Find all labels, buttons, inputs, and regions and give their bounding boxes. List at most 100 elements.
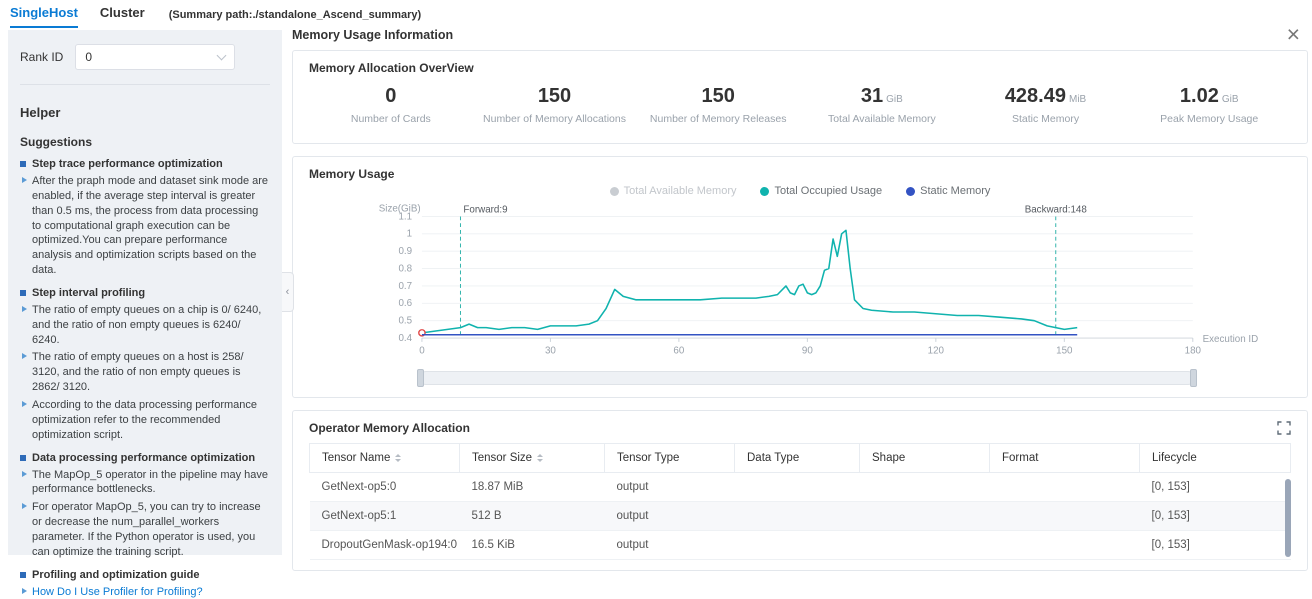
svg-text:180: 180 xyxy=(1185,346,1202,357)
stat-label: Number of Memory Allocations xyxy=(473,113,637,125)
stat-label: Total Available Memory xyxy=(800,113,964,125)
tab-singlehost[interactable]: SingleHost xyxy=(10,2,78,28)
legend-dot-icon xyxy=(906,187,915,196)
table-header-row: Tensor NameTensor SizeTensor TypeData Ty… xyxy=(310,444,1291,473)
chart-zoom-slider[interactable] xyxy=(419,371,1195,385)
table-cell: output xyxy=(605,473,735,502)
table-cell xyxy=(860,502,990,531)
table-wrap: Tensor NameTensor SizeTensor TypeData Ty… xyxy=(309,443,1291,560)
suggestion-section-title: Step trace performance optimization xyxy=(20,158,270,170)
bullet-icon xyxy=(20,290,26,296)
table-cell xyxy=(990,502,1140,531)
stat-label: Static Memory xyxy=(964,113,1128,125)
stat-label: Number of Cards xyxy=(309,113,473,125)
rank-id-label: Rank ID xyxy=(20,50,63,64)
legend-item[interactable]: Total Available Memory xyxy=(610,185,737,197)
triangle-icon xyxy=(22,588,27,594)
table-cell: output xyxy=(605,502,735,531)
tab-cluster[interactable]: Cluster xyxy=(100,2,145,28)
main-panel: Memory Usage Information × Memory Alloca… xyxy=(292,26,1308,561)
triangle-icon xyxy=(22,471,27,477)
top-tab-bar: SingleHost Cluster (Summary path:./stand… xyxy=(0,0,1312,28)
close-icon[interactable]: × xyxy=(1287,23,1300,46)
sidebar-collapse-handle[interactable]: ‹ xyxy=(282,272,294,312)
suggestion-section-title: Step interval profiling xyxy=(20,287,270,299)
legend-item[interactable]: Static Memory xyxy=(906,185,990,197)
svg-text:0.4: 0.4 xyxy=(398,333,412,344)
profiler-guide-link[interactable]: How Do I Use Profiler for Profiling? xyxy=(32,585,203,599)
divider xyxy=(20,84,270,85)
column-header[interactable]: Tensor Name xyxy=(310,444,460,473)
table-scrollbar[interactable] xyxy=(1285,479,1291,557)
expand-icon[interactable] xyxy=(1277,421,1291,435)
triangle-icon xyxy=(22,401,27,407)
main-header: Memory Usage Information × xyxy=(292,26,1308,50)
triangle-icon xyxy=(22,177,27,183)
zoom-handle-right-icon[interactable] xyxy=(1190,369,1197,387)
table-row[interactable]: GetNext-op5:018.87 MiBoutput[0, 153] xyxy=(310,473,1291,502)
bullet-icon xyxy=(20,161,26,167)
triangle-icon xyxy=(22,353,27,359)
suggestion-section: Step interval profilingThe ratio of empt… xyxy=(20,287,270,443)
suggestion-item: According to the data processing perform… xyxy=(22,398,270,443)
suggestion-section: Data processing performance optimization… xyxy=(20,452,270,560)
chevron-down-icon xyxy=(217,50,227,60)
bullet-icon xyxy=(20,455,26,461)
overview-stat: 0 Number of Cards xyxy=(309,85,473,125)
overview-stat: 150Number of Memory Releases xyxy=(636,85,800,125)
sort-icon[interactable] xyxy=(395,454,401,462)
rank-id-select[interactable]: 0 xyxy=(75,44,235,70)
table-row[interactable]: GetNext-op5:1512 Boutput[0, 153] xyxy=(310,502,1291,531)
table-row[interactable]: DropoutGenMask-op194:016.5 KiBoutput[0, … xyxy=(310,531,1291,560)
memory-usage-card-title: Memory Usage xyxy=(309,167,1291,181)
table-cell: 18.87 MiB xyxy=(460,473,605,502)
stat-value: 0 xyxy=(309,85,473,108)
table-cell: 512 B xyxy=(460,502,605,531)
svg-text:0.9: 0.9 xyxy=(398,246,412,257)
column-header[interactable]: Tensor Size xyxy=(460,444,605,473)
suggestion-sections: Step trace performance optimization After… xyxy=(20,158,270,599)
table-cell: [0, 153] xyxy=(1140,502,1291,531)
triangle-icon xyxy=(22,503,27,509)
operator-table-title-row: Operator Memory Allocation xyxy=(309,421,1291,435)
operator-memory-allocation-card: Operator Memory Allocation Tensor NameTe… xyxy=(292,410,1308,571)
legend-dot-icon xyxy=(760,187,769,196)
svg-text:Backward:148: Backward:148 xyxy=(1025,205,1087,216)
suggestion-link-item: How Do I Use Profiler for Profiling? xyxy=(22,585,270,599)
svg-text:0.5: 0.5 xyxy=(398,316,412,327)
svg-text:0.8: 0.8 xyxy=(398,264,412,275)
svg-text:Size(GiB): Size(GiB) xyxy=(379,204,421,215)
triangle-icon xyxy=(22,306,27,312)
rank-id-row: Rank ID 0 xyxy=(20,44,270,70)
suggestion-item: For operator MapOp_5, you can try to inc… xyxy=(22,500,270,559)
table-cell: GetNext-op5:0 xyxy=(310,473,460,502)
table-cell: [0, 153] xyxy=(1140,531,1291,560)
overview-stat: 150 Number of Memory Allocations xyxy=(473,85,637,125)
legend-item[interactable]: Total Occupied Usage xyxy=(760,185,882,197)
overview-stat: 31GiB Total Available Memory xyxy=(800,85,964,125)
summary-path: (Summary path:./standalone_Ascend_summar… xyxy=(169,9,421,21)
chart-legend: Total Available Memory Total Occupied Usa… xyxy=(309,183,1291,199)
svg-text:0.7: 0.7 xyxy=(398,281,412,292)
suggestion-item: After the praph mode and dataset sink mo… xyxy=(22,174,270,278)
suggestion-section: Profiling and optimization guideHow Do I… xyxy=(20,569,270,599)
table-cell xyxy=(735,473,860,502)
overview-stat: 428.49MiBStatic Memory xyxy=(964,85,1128,125)
suggestion-section: Step trace performance optimization After… xyxy=(20,158,270,278)
table-cell: DropoutGenMask-op194:0 xyxy=(310,531,460,560)
svg-text:150: 150 xyxy=(1056,346,1073,357)
stat-value: 31GiB xyxy=(800,85,964,108)
table-cell xyxy=(860,531,990,560)
svg-text:Execution ID: Execution ID xyxy=(1203,334,1259,345)
stat-value: 150 xyxy=(473,85,637,108)
zoom-handle-left-icon[interactable] xyxy=(417,369,424,387)
memory-usage-card: Memory Usage Total Available MemoryTotal… xyxy=(292,156,1308,398)
table-cell xyxy=(735,531,860,560)
svg-text:90: 90 xyxy=(802,346,814,357)
sort-icon[interactable] xyxy=(537,454,543,462)
overview-stats: 0 Number of Cards150 Number of Memory Allo… xyxy=(309,85,1291,133)
memory-usage-chart[interactable]: 0.40.50.60.70.80.911.10306090120150180Ex… xyxy=(309,201,1291,367)
column-header: Data Type xyxy=(735,444,860,473)
svg-text:Forward:9: Forward:9 xyxy=(463,205,507,216)
table-cell: 16.5 KiB xyxy=(460,531,605,560)
